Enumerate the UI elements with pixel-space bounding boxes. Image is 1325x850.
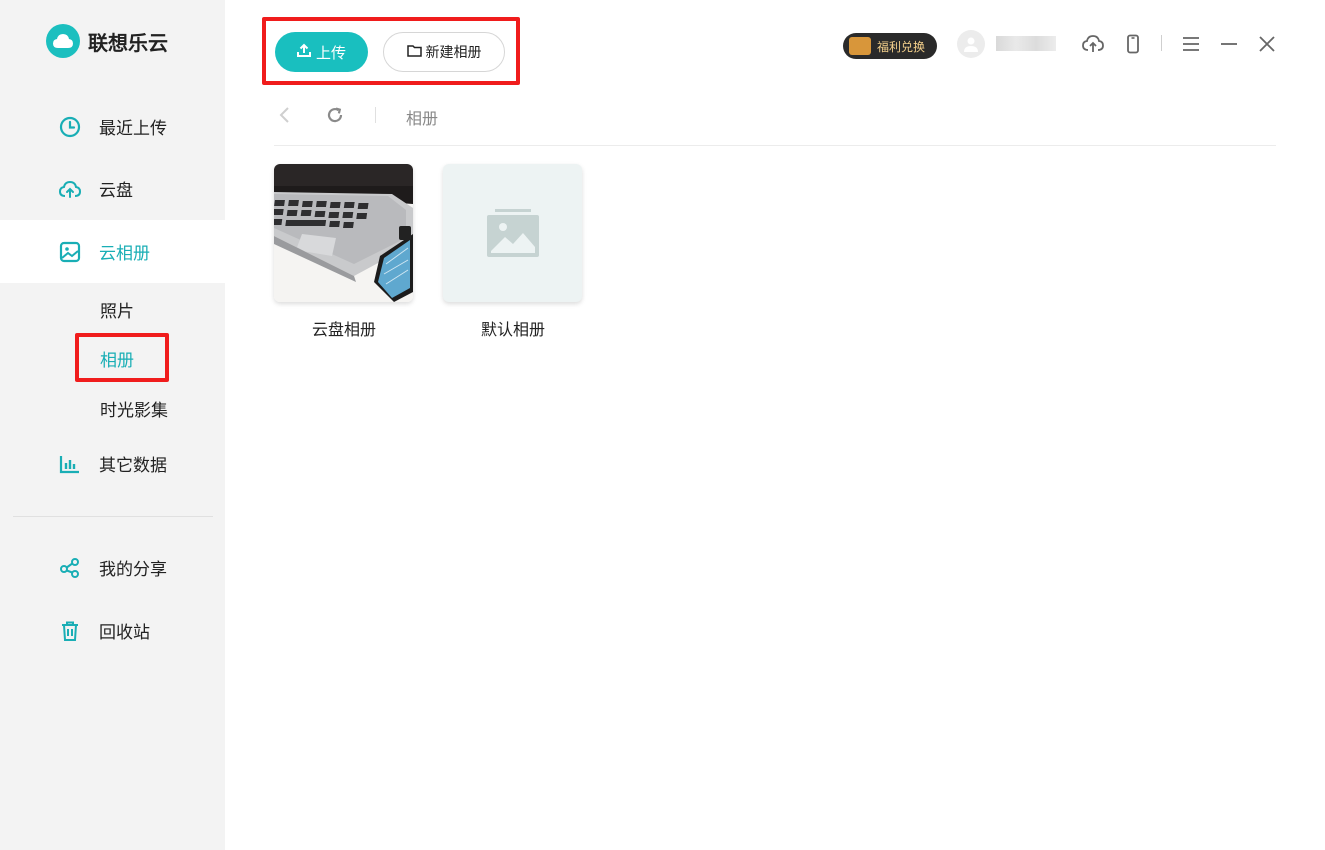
sidebar-item-label: 回收站 <box>99 623 150 643</box>
sidebar: 联想乐云 最近上传 云盘 云相册 照片 相册 时光影集 其它数据 我的分享 回收… <box>0 0 225 850</box>
toolbar-separator <box>1161 35 1162 51</box>
placeholder-image-icon <box>443 164 582 302</box>
username-blurred[interactable] <box>996 36 1056 51</box>
bar-chart-icon <box>58 452 82 476</box>
new-album-button[interactable]: 新建相册 <box>383 32 505 72</box>
welfare-label: 福利兑换 <box>877 39 926 54</box>
menu-icon[interactable] <box>1178 31 1204 57</box>
welfare-exchange-button[interactable]: 福利兑换 <box>843 33 937 59</box>
sidebar-subitem-albums[interactable]: 相册 <box>100 346 134 371</box>
app-window: 联想乐云 最近上传 云盘 云相册 照片 相册 时光影集 其它数据 我的分享 回收… <box>0 0 1325 850</box>
cloud-transfer-icon[interactable] <box>1080 31 1106 57</box>
sidebar-item-cloud-drive[interactable]: 云盘 <box>0 157 225 220</box>
album-card[interactable]: 默认相册 <box>443 164 583 340</box>
upload-icon <box>296 43 311 61</box>
sidebar-divider <box>13 516 213 517</box>
image-icon <box>58 240 82 264</box>
mobile-phone-icon[interactable] <box>1120 31 1146 57</box>
back-arrow-icon[interactable] <box>274 103 296 127</box>
album-name: 云盘相册 <box>311 320 376 339</box>
album-name: 默认相册 <box>480 320 545 339</box>
upload-button-label: 上传 <box>315 43 346 62</box>
gift-box-icon <box>849 37 871 55</box>
breadcrumb: 相册 <box>406 109 439 128</box>
upload-button[interactable]: 上传 <box>275 32 368 72</box>
sidebar-subitem-time-movies[interactable]: 时光影集 <box>100 396 168 421</box>
cloud-logo-icon <box>46 24 80 58</box>
album-card[interactable]: 云盘相册 <box>274 164 414 340</box>
breadcrumb-separator <box>375 107 376 123</box>
album-cover-laptop-photo <box>274 164 413 302</box>
sidebar-item-label: 最近上传 <box>99 119 167 139</box>
sidebar-item-label: 其它数据 <box>99 456 167 476</box>
cloud-upload-icon <box>58 177 82 201</box>
minimize-icon[interactable] <box>1216 31 1242 57</box>
content-divider <box>274 145 1276 146</box>
sidebar-item-cloud-album[interactable]: 云相册 <box>0 220 225 283</box>
sidebar-subitem-photos[interactable]: 照片 <box>100 297 134 322</box>
close-icon[interactable] <box>1254 31 1280 57</box>
sidebar-item-label: 我的分享 <box>99 560 167 580</box>
refresh-icon[interactable] <box>323 103 347 127</box>
sidebar-item-other-data[interactable]: 其它数据 <box>0 432 225 495</box>
share-icon <box>58 556 82 580</box>
folder-icon <box>406 44 422 61</box>
clock-icon <box>58 115 82 139</box>
app-logo: 联想乐云 <box>46 24 168 58</box>
avatar[interactable] <box>957 30 985 58</box>
sidebar-item-recycle-bin[interactable]: 回收站 <box>0 599 225 662</box>
new-album-button-label: 新建相册 <box>425 45 482 61</box>
app-name: 联想乐云 <box>88 30 168 55</box>
sidebar-item-label: 云盘 <box>99 181 133 201</box>
trash-icon <box>58 619 82 643</box>
sidebar-item-recent-uploads[interactable]: 最近上传 <box>0 95 225 158</box>
sidebar-item-label: 云相册 <box>99 244 150 264</box>
sidebar-item-my-shares[interactable]: 我的分享 <box>0 536 225 599</box>
